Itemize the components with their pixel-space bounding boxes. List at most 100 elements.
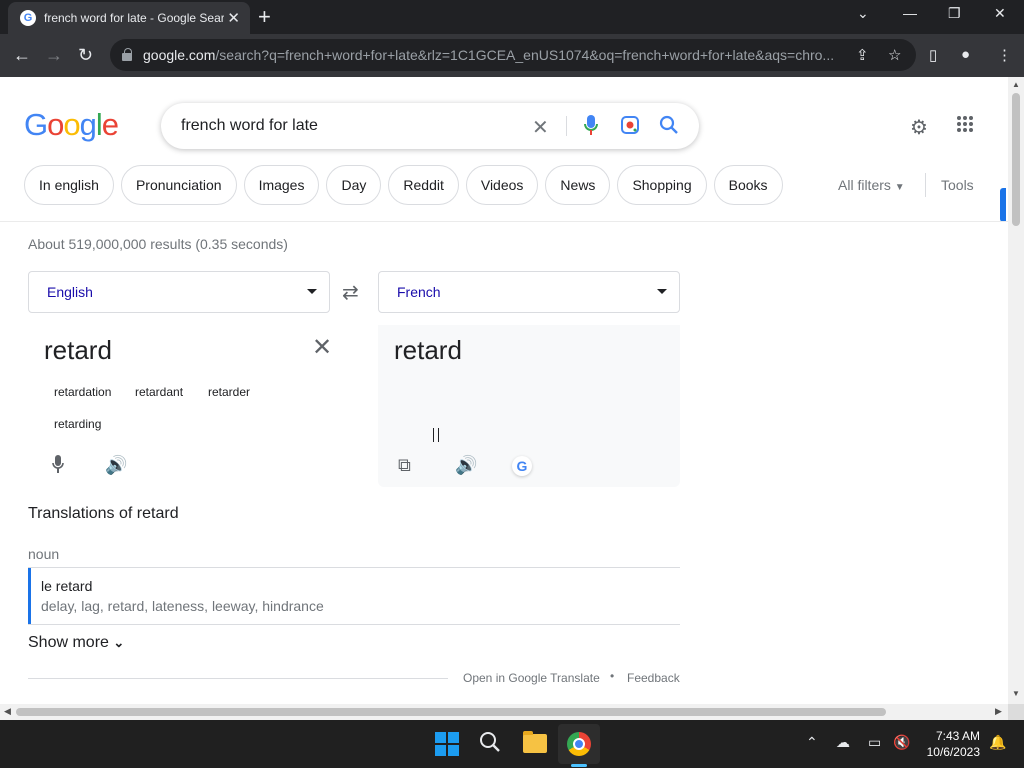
all-filters-button[interactable]: All filters ▼	[838, 177, 905, 193]
dropdown-caret-icon	[657, 289, 667, 294]
target-language-label: French	[397, 284, 441, 300]
address-bar[interactable]: google.com/search?q=french+word+for+late…	[110, 39, 916, 71]
entry-word[interactable]: le retard	[41, 578, 680, 594]
lens-search-icon[interactable]	[620, 115, 640, 140]
file-explorer-icon[interactable]	[523, 731, 547, 753]
lock-icon[interactable]	[122, 48, 132, 61]
suggestion-chip[interactable]: retardation	[44, 381, 122, 403]
close-window-icon[interactable]: ✕	[994, 5, 1006, 22]
chip-news[interactable]: News	[545, 165, 611, 205]
scroll-right-icon[interactable]: ▶	[995, 706, 1002, 717]
show-hidden-icons-icon[interactable]: ⌃	[806, 734, 818, 751]
text-cursor-icon	[433, 428, 439, 442]
chip-in-english[interactable]: In english	[24, 165, 114, 205]
new-tab-icon[interactable]: +	[258, 4, 271, 30]
google-g-icon[interactable]: G	[512, 456, 532, 476]
listen-source-icon[interactable]: 🔊	[105, 455, 127, 476]
vertical-scrollbar[interactable]: ▲ ▼	[1008, 77, 1024, 704]
volume-muted-icon[interactable]: 🔇	[893, 734, 910, 751]
scroll-up-icon[interactable]: ▲	[1012, 80, 1020, 89]
google-logo[interactable]: Google	[24, 107, 119, 143]
close-tab-icon[interactable]: ✕	[227, 9, 240, 27]
tab-search-icon[interactable]: ⌄	[857, 5, 869, 22]
scrollbar-corner	[1008, 704, 1024, 720]
scroll-down-icon[interactable]: ▼	[1012, 689, 1020, 698]
suggestion-chip[interactable]: retardant	[125, 381, 194, 403]
target-text-panel: retard ⧉ 🔊 G	[378, 325, 680, 487]
open-in-translate-link[interactable]: Open in Google Translate	[463, 671, 600, 685]
chip-shopping[interactable]: Shopping	[617, 165, 707, 205]
back-icon[interactable]: ←	[13, 45, 31, 66]
browser-menu-icon[interactable]: ⋮	[997, 46, 1012, 64]
bookmark-star-icon[interactable]: ☆	[888, 46, 901, 64]
windows-start-icon[interactable]	[435, 732, 459, 756]
translation-entry: le retard delay, lag, retard, lateness, …	[28, 568, 680, 624]
source-language-select[interactable]: English	[28, 271, 330, 313]
translations-heading: Translations of retard	[28, 505, 179, 522]
part-of-speech: noun	[28, 546, 60, 562]
windows-taskbar: ⌃ ☁ ▭ 🔇 7:43 AM 10/6/2023 🔔	[0, 720, 1024, 768]
reload-icon[interactable]: ↻	[78, 45, 93, 66]
chip-images[interactable]: Images	[243, 165, 320, 205]
show-more-button[interactable]: Show more ⌄	[28, 634, 124, 652]
scroll-left-icon[interactable]: ◀	[4, 706, 11, 717]
header-divider	[0, 221, 1008, 222]
account-sign-in-edge[interactable]	[1000, 188, 1006, 222]
feedback-link[interactable]: Feedback	[627, 671, 680, 685]
chip-pronunciation[interactable]: Pronunciation	[120, 165, 237, 205]
search-box[interactable]: french word for late ✕	[161, 103, 699, 149]
chip-videos[interactable]: Videos	[465, 165, 539, 205]
vertical-scroll-thumb[interactable]	[1012, 93, 1020, 226]
source-text-input[interactable]: retard	[44, 335, 112, 366]
clock-date: 10/6/2023	[926, 745, 980, 759]
search-submit-icon[interactable]	[659, 115, 679, 140]
clock-time: 7:43 AM	[935, 729, 980, 743]
suggestion-chip[interactable]: retarder	[198, 381, 261, 403]
clear-source-icon[interactable]: ✕	[312, 333, 332, 362]
entry-divider	[28, 624, 680, 625]
all-filters-label: All filters	[838, 177, 891, 193]
profile-icon[interactable]: ●	[961, 46, 970, 63]
browser-tab[interactable]: G french word for late - Google Search ✕	[8, 2, 250, 34]
apps-grid-icon[interactable]	[956, 115, 974, 138]
show-more-label: Show more	[28, 634, 109, 651]
listen-translation-icon[interactable]: 🔊	[455, 455, 477, 476]
chevron-down-icon: ⌄	[113, 635, 125, 650]
search-divider	[566, 116, 567, 136]
share-icon[interactable]: ⇪	[856, 46, 869, 64]
onedrive-icon[interactable]: ☁	[836, 734, 850, 751]
search-input[interactable]: french word for late	[181, 117, 318, 135]
tab-title: french word for late - Google Search	[44, 11, 224, 25]
filter-chips: In english Pronunciation Images Day Redd…	[24, 165, 783, 205]
dropdown-caret-icon	[307, 289, 317, 294]
url-text[interactable]: google.com/search?q=french+word+for+late…	[143, 47, 843, 63]
voice-search-icon[interactable]	[584, 115, 598, 142]
side-panel-icon[interactable]: ▯	[929, 46, 937, 64]
network-icon[interactable]: ▭	[868, 734, 881, 751]
restore-icon[interactable]: ❐	[948, 5, 961, 22]
chip-reddit[interactable]: Reddit	[388, 165, 459, 205]
result-stats: About 519,000,000 results (0.35 seconds)	[28, 236, 288, 252]
notifications-bell-icon[interactable]: 🔔	[989, 734, 1006, 751]
horizontal-scroll-thumb[interactable]	[16, 708, 886, 716]
minimize-icon[interactable]: —	[903, 5, 917, 21]
target-language-select[interactable]: French	[378, 271, 680, 313]
horizontal-scrollbar[interactable]: ◀ ▶	[0, 704, 1008, 720]
forward-icon[interactable]: →	[45, 45, 63, 66]
clear-search-icon[interactable]: ✕	[532, 115, 549, 140]
swap-languages-icon[interactable]: ⇄	[342, 280, 359, 305]
chip-books[interactable]: Books	[713, 165, 783, 205]
google-favicon-icon: G	[20, 10, 36, 26]
search-taskbar-icon[interactable]	[479, 731, 501, 759]
microphone-icon[interactable]	[52, 455, 64, 480]
tools-button[interactable]: Tools	[941, 177, 974, 193]
suggestion-chip[interactable]: retarding	[44, 413, 112, 435]
chip-day[interactable]: Day	[326, 165, 382, 205]
browser-toolbar: ← → ↻ google.com/search?q=french+word+fo…	[0, 34, 1024, 77]
settings-gear-icon[interactable]: ⚙	[910, 115, 928, 140]
browser-tab-strip: G french word for late - Google Search ✕…	[0, 0, 1024, 34]
chrome-taskbar-icon[interactable]	[567, 732, 591, 756]
footer-divider	[28, 678, 448, 679]
copy-icon[interactable]: ⧉	[398, 455, 411, 476]
taskbar-clock[interactable]: 7:43 AM 10/6/2023	[918, 728, 980, 760]
